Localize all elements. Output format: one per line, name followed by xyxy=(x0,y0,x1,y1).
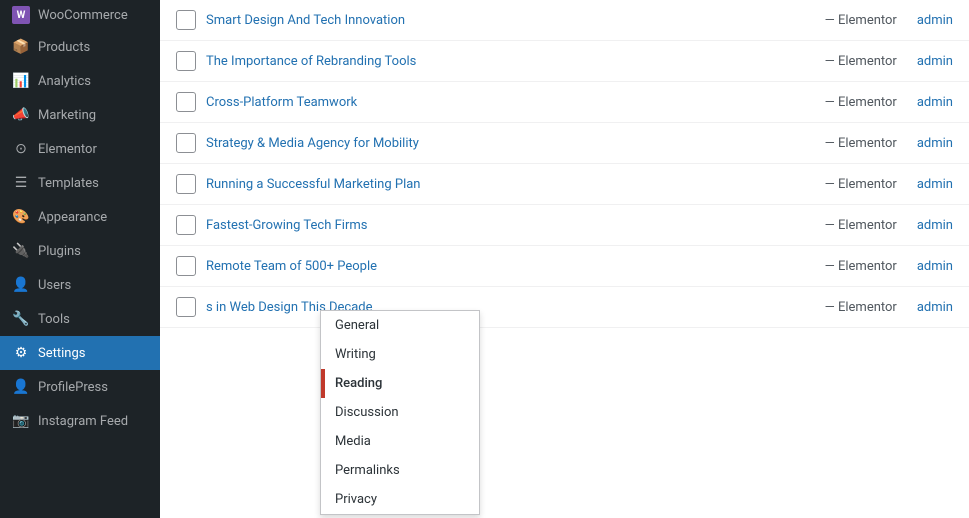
sidebar-item-plugins[interactable]: 🔌 Plugins xyxy=(0,234,160,268)
dropdown-item-writing[interactable]: Writing xyxy=(321,340,479,369)
post-author-link[interactable]: admin xyxy=(897,54,953,69)
sidebar-item-label: Elementor xyxy=(38,142,97,157)
row-checkbox[interactable] xyxy=(176,174,196,194)
dropdown-item-general[interactable]: General xyxy=(321,311,479,340)
row-checkbox[interactable] xyxy=(176,10,196,30)
row-checkbox[interactable] xyxy=(176,51,196,71)
table-row: The Importance of Rebranding Tools — Ele… xyxy=(160,41,969,82)
dropdown-item-permalinks[interactable]: Permalinks xyxy=(321,456,479,485)
sidebar-item-label: Products xyxy=(38,40,90,55)
marketing-icon: 📣 xyxy=(12,106,30,124)
sidebar-item-settings[interactable]: ⚙ Settings xyxy=(0,336,160,370)
post-author-link[interactable]: admin xyxy=(897,259,953,274)
users-icon: 👤 xyxy=(12,276,30,294)
settings-dropdown-menu: General Writing Reading Discussion Media… xyxy=(320,310,480,515)
row-checkbox[interactable] xyxy=(176,215,196,235)
post-title-link[interactable]: Remote Team of 500+ People xyxy=(206,259,821,274)
table-row: Strategy & Media Agency for Mobility — E… xyxy=(160,123,969,164)
sidebar-item-label: Tools xyxy=(38,312,70,327)
sidebar-item-woocommerce[interactable]: W WooCommerce xyxy=(0,0,160,30)
post-title-link[interactable]: Smart Design And Tech Innovation xyxy=(206,13,821,28)
sidebar-item-tools[interactable]: 🔧 Tools xyxy=(0,302,160,336)
analytics-icon: 📊 xyxy=(12,72,30,90)
sidebar-item-appearance[interactable]: 🎨 Appearance xyxy=(0,200,160,234)
table-row: Running a Successful Marketing Plan — El… xyxy=(160,164,969,205)
sidebar-item-marketing[interactable]: 📣 Marketing xyxy=(0,98,160,132)
post-title-link[interactable]: Strategy & Media Agency for Mobility xyxy=(206,136,821,151)
dropdown-item-reading[interactable]: Reading xyxy=(321,369,479,398)
sidebar: W WooCommerce 📦 Products 📊 Analytics 📣 M… xyxy=(0,0,160,518)
sidebar-item-label: Settings xyxy=(38,346,85,361)
dropdown-item-media[interactable]: Media xyxy=(321,427,479,456)
products-icon: 📦 xyxy=(12,38,30,56)
post-title-link[interactable]: Fastest-Growing Tech Firms xyxy=(206,218,821,233)
dropdown-item-discussion[interactable]: Discussion xyxy=(321,398,479,427)
table-row: s in Web Design This Decade — Elementor … xyxy=(160,287,969,328)
post-suffix: — Elementor xyxy=(821,259,896,274)
settings-icon: ⚙ xyxy=(12,344,30,362)
post-title-link[interactable]: Cross-Platform Teamwork xyxy=(206,95,821,110)
post-suffix: — Elementor xyxy=(821,136,896,151)
profilepress-icon: 👤 xyxy=(12,378,30,396)
post-author-link[interactable]: admin xyxy=(897,13,953,28)
row-checkbox[interactable] xyxy=(176,92,196,112)
tools-icon: 🔧 xyxy=(12,310,30,328)
post-title-link[interactable]: s in Web Design This Decade xyxy=(206,300,821,315)
appearance-icon: 🎨 xyxy=(12,208,30,226)
sidebar-item-elementor[interactable]: ⊙ Elementor xyxy=(0,132,160,166)
dropdown-item-privacy[interactable]: Privacy xyxy=(321,485,479,514)
post-author-link[interactable]: admin xyxy=(897,300,953,315)
post-title-link[interactable]: The Importance of Rebranding Tools xyxy=(206,54,821,69)
sidebar-item-analytics[interactable]: 📊 Analytics xyxy=(0,64,160,98)
templates-icon: ☰ xyxy=(12,174,30,192)
woocommerce-icon: W xyxy=(12,6,30,24)
sidebar-item-label: Appearance xyxy=(38,210,107,225)
plugins-icon: 🔌 xyxy=(12,242,30,260)
sidebar-item-label: ProfilePress xyxy=(38,380,108,395)
post-suffix: — Elementor xyxy=(821,95,896,110)
sidebar-item-products[interactable]: 📦 Products xyxy=(0,30,160,64)
sidebar-item-label: Analytics xyxy=(38,74,91,89)
post-author-link[interactable]: admin xyxy=(897,136,953,151)
sidebar-item-label: Templates xyxy=(38,176,99,191)
sidebar-item-instagram-feed[interactable]: 📷 Instagram Feed xyxy=(0,404,160,438)
table-row: Cross-Platform Teamwork — Elementor admi… xyxy=(160,82,969,123)
table-row: Fastest-Growing Tech Firms — Elementor a… xyxy=(160,205,969,246)
sidebar-item-label: Marketing xyxy=(38,108,96,123)
post-suffix: — Elementor xyxy=(821,300,896,315)
post-suffix: — Elementor xyxy=(821,54,896,69)
post-suffix: — Elementor xyxy=(821,218,896,233)
post-suffix: — Elementor xyxy=(821,13,896,28)
table-row: Smart Design And Tech Innovation — Eleme… xyxy=(160,0,969,41)
sidebar-item-label: Users xyxy=(38,278,71,293)
post-suffix: — Elementor xyxy=(821,177,896,192)
sidebar-item-label: WooCommerce xyxy=(38,8,128,23)
post-author-link[interactable]: admin xyxy=(897,95,953,110)
row-checkbox[interactable] xyxy=(176,133,196,153)
instagram-icon: 📷 xyxy=(12,412,30,430)
sidebar-item-users[interactable]: 👤 Users xyxy=(0,268,160,302)
sidebar-item-label: Instagram Feed xyxy=(38,414,128,429)
post-title-link[interactable]: Running a Successful Marketing Plan xyxy=(206,177,821,192)
post-author-link[interactable]: admin xyxy=(897,218,953,233)
sidebar-item-templates[interactable]: ☰ Templates xyxy=(0,166,160,200)
elementor-icon: ⊙ xyxy=(12,140,30,158)
table-row: Remote Team of 500+ People — Elementor a… xyxy=(160,246,969,287)
post-author-link[interactable]: admin xyxy=(897,177,953,192)
sidebar-item-label: Plugins xyxy=(38,244,81,259)
row-checkbox[interactable] xyxy=(176,256,196,276)
main-content: Smart Design And Tech Innovation — Eleme… xyxy=(160,0,969,518)
row-checkbox[interactable] xyxy=(176,297,196,317)
sidebar-item-profilepress[interactable]: 👤 ProfilePress xyxy=(0,370,160,404)
